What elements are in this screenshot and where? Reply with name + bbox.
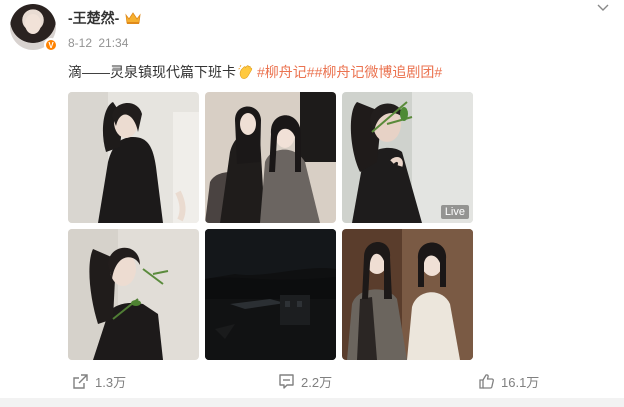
photo-thumbnail-4[interactable]: [68, 229, 199, 360]
post-text-body: 滴——灵泉镇现代篇下班卡: [68, 64, 236, 80]
share-button[interactable]: 1.3万: [72, 372, 126, 391]
comment-count: 2.2万: [301, 375, 333, 390]
photo-thumbnail-6[interactable]: [342, 229, 473, 360]
post-actions-bar: 1.3万 2.2万 16.1万: [0, 366, 624, 398]
hashtag-liuzhouji-zhuijutuan[interactable]: #柳舟记微博追剧团#: [315, 62, 443, 82]
share-count: 1.3万: [95, 375, 127, 390]
clapping-hands-emoji: [238, 64, 253, 79]
photo-thumbnail-3[interactable]: Live: [342, 92, 473, 223]
post-time: 21:34: [98, 36, 129, 50]
weibo-post-card: V -王楚然- 8-12 21:34 滴——灵泉镇现代篇下班卡 #柳舟记# #柳…: [0, 0, 624, 407]
live-photo-badge: Live: [440, 205, 469, 219]
crown-icon: [125, 12, 141, 24]
share-icon: [73, 374, 88, 389]
photo-thumbnail-2[interactable]: [205, 92, 336, 223]
comment-icon: [279, 374, 294, 389]
post-text: 滴——灵泉镇现代篇下班卡 #柳舟记# #柳舟记微博追剧团#: [68, 62, 442, 82]
like-count: 16.1万: [501, 375, 540, 390]
chevron-down-icon[interactable]: [596, 2, 610, 14]
post-timestamp[interactable]: 8-12 21:34: [68, 36, 131, 50]
author-row: -王楚然-: [68, 9, 141, 27]
post-date: 8-12: [68, 36, 93, 50]
photo-grid: Live: [68, 92, 473, 362]
section-divider: [0, 398, 624, 407]
username[interactable]: -王楚然-: [68, 8, 119, 28]
photo-thumbnail-5[interactable]: [205, 229, 336, 360]
thumbs-up-icon: [479, 374, 494, 389]
hashtag-liuzhouji[interactable]: #柳舟记#: [257, 62, 315, 82]
comment-button[interactable]: 2.2万: [278, 372, 332, 391]
like-button[interactable]: 16.1万: [478, 372, 539, 391]
verified-badge-icon: V: [44, 38, 58, 52]
photo-thumbnail-1[interactable]: [68, 92, 199, 223]
